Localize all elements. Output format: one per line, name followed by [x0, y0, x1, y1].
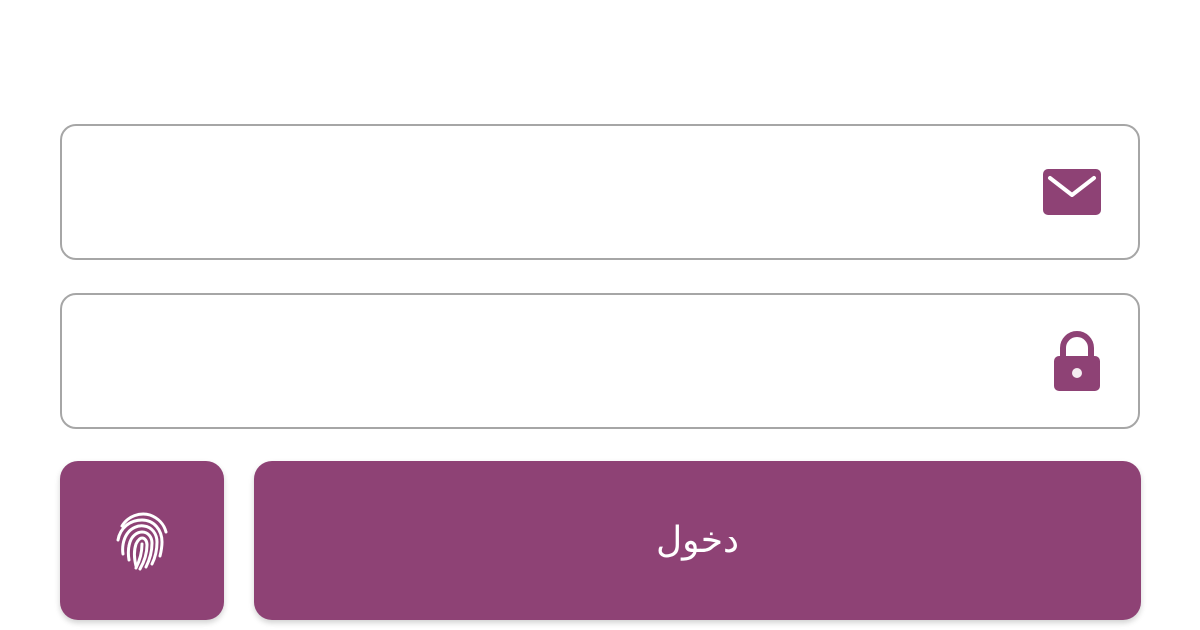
fingerprint-icon	[116, 512, 168, 570]
envelope-icon	[1043, 169, 1101, 215]
login-form: دخول	[0, 0, 1200, 630]
fingerprint-button[interactable]	[60, 461, 224, 620]
lock-icon	[1054, 331, 1100, 391]
email-field[interactable]	[60, 124, 1140, 260]
password-input[interactable]	[82, 295, 1018, 427]
login-button[interactable]: دخول	[254, 461, 1141, 620]
email-input[interactable]	[82, 126, 1018, 258]
password-field[interactable]	[60, 293, 1140, 429]
